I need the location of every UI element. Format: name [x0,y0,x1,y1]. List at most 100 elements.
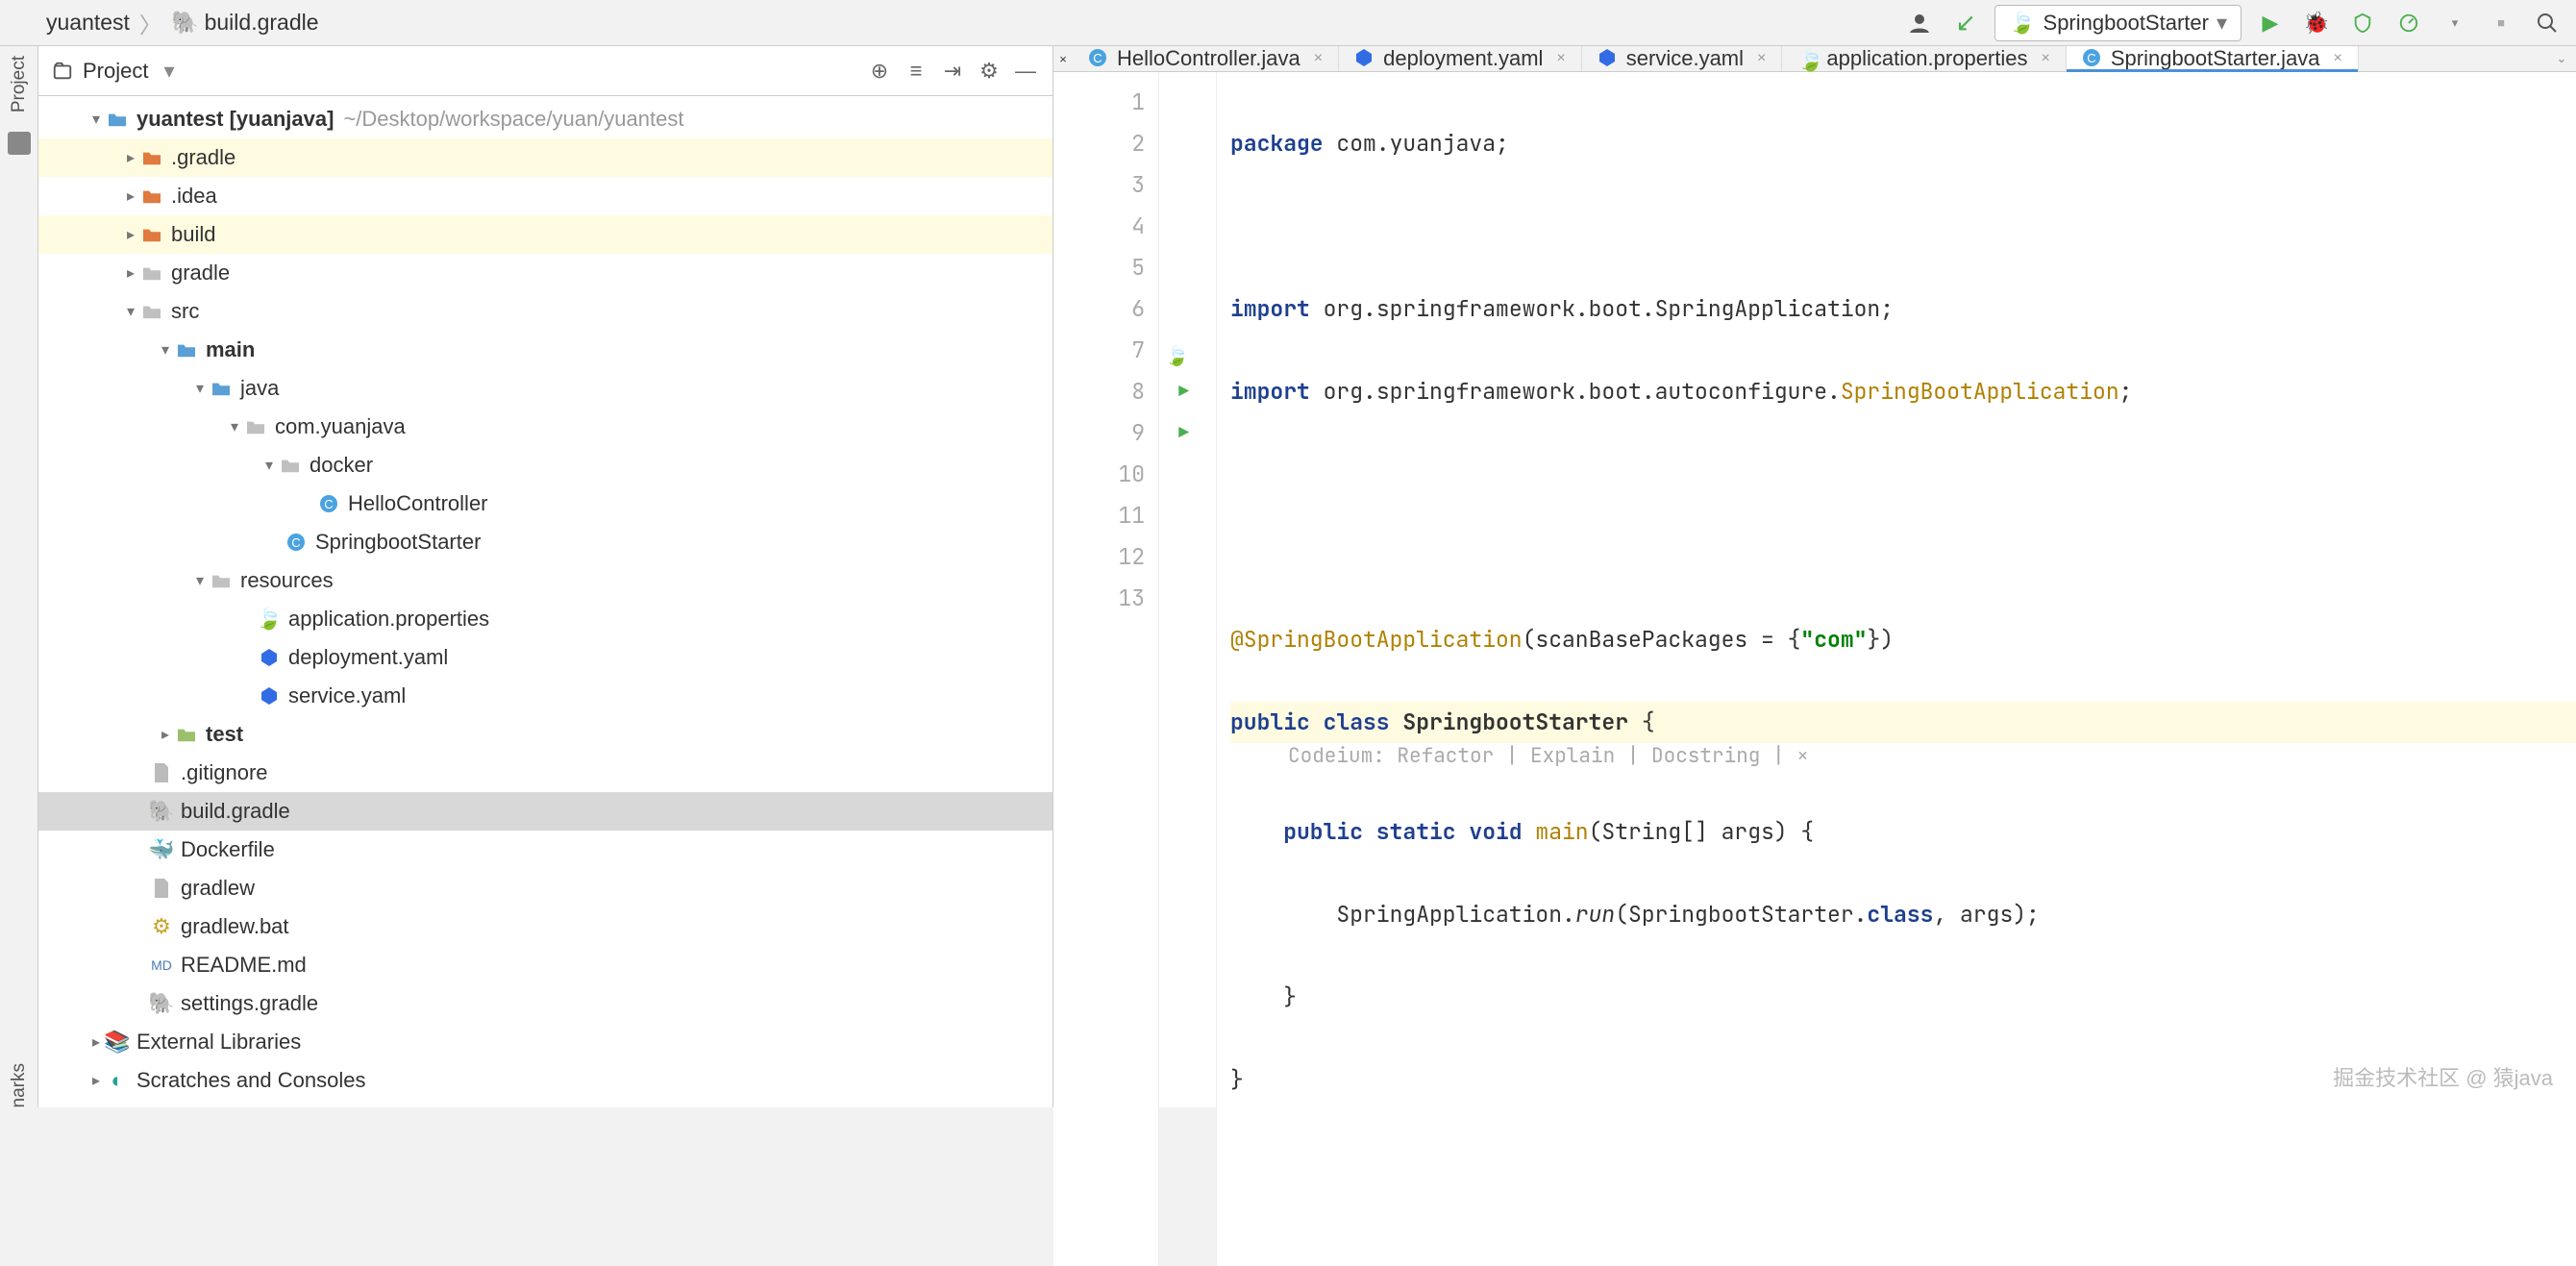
line-number[interactable]: 3 [1053,164,1145,206]
tab-overflow-left[interactable]: × [1053,46,1073,71]
line-gutter[interactable]: 1 2 3 4 5 6 7🍃 8▶ 9▶ 10 11 12 13 [1053,72,1159,1266]
tree-gradlew-bat[interactable]: ⚙ gradlew.bat [38,907,1053,946]
locate-icon[interactable]: ⊕ [866,58,893,85]
debug-button[interactable]: 🐞 [2299,6,2334,40]
close-icon[interactable]: × [1314,50,1323,67]
line-number[interactable]: 1 [1053,82,1145,123]
toolbar-right: ↙ 🍃 SpringbootStarter ▾ ▶ 🐞 ▾ ■ [1902,5,2576,41]
class-c-icon: C [317,492,340,515]
tree-scratches[interactable]: ▸◐ Scratches and Consoles [38,1061,1053,1100]
coverage-button[interactable] [2345,6,2380,40]
dropdown-icon[interactable]: ▾ [2438,6,2472,40]
line-number[interactable]: 11 [1053,495,1145,536]
line-number[interactable]: 13 [1053,578,1145,619]
project-tree[interactable]: ▾ yuantest [yuanjava] ~/Desktop/workspac… [38,96,1053,1107]
tab-hello-controller[interactable]: C HelloController.java× [1073,46,1339,71]
close-icon[interactable]: × [1757,50,1766,67]
tree-gradlew[interactable]: gradlew [38,869,1053,907]
tree-hello-controller[interactable]: C HelloController [38,484,1053,523]
tool-project-tab[interactable]: Project [9,56,30,112]
tree-ext-libs[interactable]: ▸📚 External Libraries [38,1023,1053,1061]
chevron-down-icon[interactable]: ▾ [163,59,174,84]
elephant-icon: 🐘 [171,10,199,36]
markdown-icon: MD [150,954,173,977]
line-number[interactable]: 5 [1053,247,1145,288]
tree-gradle-dir[interactable]: ▸ gradle [38,254,1053,292]
navbar: yuantest 〉 🐘 build.gradle ↙ 🍃 Springboot… [0,0,2576,46]
tree-label: HelloController [348,491,488,516]
project-header: Project ▾ ⊕ ≡ ⇥ ⚙ — [38,46,1053,96]
line-number[interactable]: 8▶ [1053,371,1145,412]
tree-build-gradle[interactable]: 🐘 build.gradle [38,792,1053,831]
line-number[interactable]: 2 [1053,123,1145,164]
run-config-selector[interactable]: 🍃 SpringbootStarter ▾ [1994,5,2242,41]
tree-dot-idea[interactable]: ▸ .idea [38,177,1053,215]
tree-label: test [206,722,243,746]
tree-label: gradlew.bat [181,914,289,939]
tree-package[interactable]: ▾ com.yuanjava [38,408,1053,446]
line-number[interactable]: 12 [1053,536,1145,578]
tree-src[interactable]: ▾ src [38,292,1053,331]
tree-main[interactable]: ▾ main [38,331,1053,369]
tree-label: gradlew [181,876,255,901]
close-icon[interactable]: × [1556,50,1565,67]
tree-springboot-starter[interactable]: C SpringbootStarter [38,523,1053,561]
tab-label: service.yaml [1626,46,1744,71]
tree-deploy-yaml[interactable]: deployment.yaml [38,638,1053,677]
run-button[interactable]: ▶ [2253,6,2288,40]
collapse-icon[interactable]: ⇥ [939,58,966,85]
breadcrumb-file[interactable]: build.gradle [205,10,319,36]
project-title: Project [83,59,148,84]
line-number[interactable]: 7🍃 [1053,330,1145,371]
tree-label: java [240,376,279,401]
breadcrumb[interactable]: yuantest 〉 🐘 build.gradle [0,7,319,39]
user-icon[interactable] [1902,6,1937,40]
search-icon[interactable] [2530,6,2564,40]
line-number[interactable]: 6 [1053,288,1145,330]
tree-label: Scratches and Consoles [136,1068,365,1093]
tab-springboot-starter[interactable]: C SpringbootStarter.java× [2067,46,2359,71]
tree-root[interactable]: ▾ yuantest [yuanjava] ~/Desktop/workspac… [38,100,1053,138]
tool-icon[interactable] [8,132,31,155]
tree-label: build [171,222,215,247]
tab-deployment-yaml[interactable]: deployment.yaml× [1339,46,1582,71]
libs-icon: 📚 [106,1030,129,1054]
breadcrumb-root[interactable]: yuantest [46,10,130,36]
tree-build[interactable]: ▸ build [38,215,1053,254]
scratch-icon: ◐ [106,1069,129,1092]
profile-button[interactable] [2391,6,2426,40]
tree-test[interactable]: ▸ test [38,715,1053,754]
tab-service-yaml[interactable]: service.yaml × [1582,46,1783,71]
tree-gitignore[interactable]: .gitignore [38,754,1053,792]
tree-dockerfile[interactable]: 🐳 Dockerfile [38,831,1053,869]
close-icon[interactable]: × [2042,50,2050,67]
minimize-icon[interactable]: — [1012,58,1039,85]
tab-application-properties[interactable]: 🍃 application.properties× [1782,46,2066,71]
tree-label: README.md [181,953,307,978]
tree-app-props[interactable]: 🍃 application.properties [38,600,1053,638]
tree-docker[interactable]: ▾ docker [38,446,1053,484]
tab-overflow-right[interactable]: ⌄ [2547,46,2576,71]
expand-icon[interactable]: ≡ [903,58,929,85]
stop-button[interactable]: ■ [2484,6,2518,40]
tree-label: resources [240,568,334,593]
tree-label: .gitignore [181,760,268,785]
tree-service-yaml[interactable]: service.yaml [38,677,1053,715]
refresh-arrow-icon[interactable]: ↙ [1948,6,1983,40]
tree-readme[interactable]: MD README.md [38,946,1053,984]
class-c-icon: C [1088,48,1109,69]
tree-settings-gradle[interactable]: 🐘 settings.gradle [38,984,1053,1023]
fold-column[interactable] [1159,72,1217,1266]
tool-bookmarks-tab[interactable]: narks [9,1063,30,1107]
line-number[interactable]: 4 [1053,206,1145,247]
close-icon[interactable]: × [2334,50,2342,67]
line-number[interactable]: 9▶ [1053,412,1145,454]
line-number[interactable]: 10 [1053,454,1145,495]
elephant-icon: 🐘 [150,800,173,823]
spring-leaf-icon: 🍃 [2009,11,2035,36]
codeium-hint[interactable]: Codeium: Refactor | Explain | Docstring … [1230,743,2576,770]
tree-resources[interactable]: ▾ resources [38,561,1053,600]
tree-java[interactable]: ▾ java [38,369,1053,408]
gear-icon[interactable]: ⚙ [976,58,1003,85]
tree-dot-gradle[interactable]: ▸ .gradle [38,138,1053,177]
